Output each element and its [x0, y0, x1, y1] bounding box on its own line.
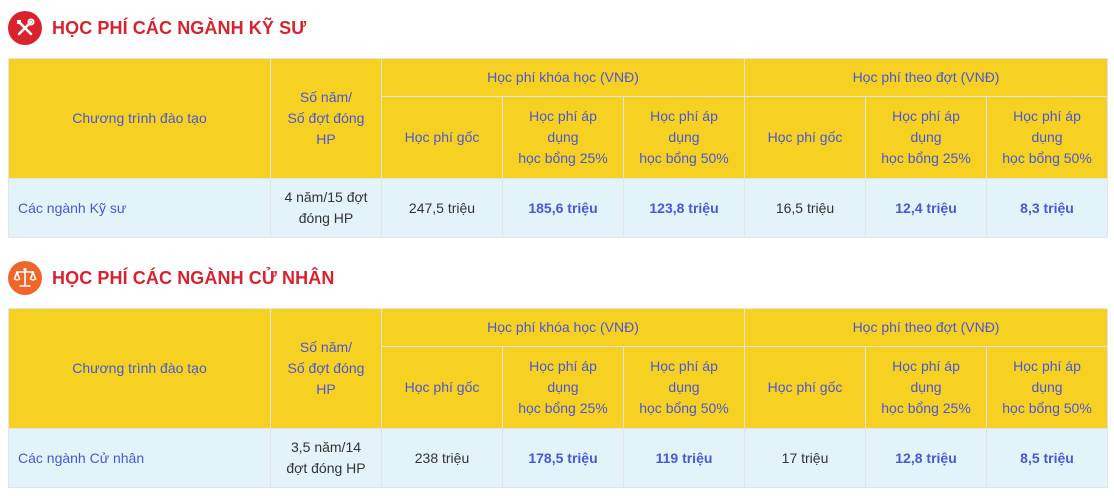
header-course-50: Học phí áp dụng học bổng 50%: [622, 96, 746, 179]
course-50-cell: 123,8 triệu: [622, 178, 746, 238]
tools-icon: [8, 11, 42, 45]
course-25-cell: 178,5 triệu: [502, 428, 624, 488]
header-course-50: Học phí áp dụng học bổng 50%: [622, 346, 746, 429]
term-25-cell: 12,8 triệu: [865, 428, 988, 488]
header-course-base: Học phí gốc: [381, 96, 503, 179]
table-row: Các ngành Kỹ sư 4 năm/15 đợt đóng HP 247…: [8, 178, 1109, 238]
term-50-cell: 8,5 triệu: [986, 428, 1109, 488]
header-years: Số năm/ Số đợt đóng HP: [270, 58, 382, 179]
header-program: Chương trình đào tạo: [8, 308, 271, 429]
program-name-link[interactable]: Các ngành Kỹ sư: [8, 178, 271, 238]
header-term-50: Học phí áp dụng học bổng 50%: [986, 96, 1109, 179]
header-term-25: Học phí áp dụng học bổng 25%: [865, 346, 988, 429]
header-course-fees: Học phí khóa học (VNĐ): [380, 308, 746, 347]
course-50-cell: 119 triệu: [622, 428, 746, 488]
years-cell: 3,5 năm/14 đợt đóng HP: [270, 428, 382, 488]
section-title: HỌC PHÍ CÁC NGÀNH KỸ SƯ: [52, 17, 307, 38]
course-25-cell: 185,6 triệu: [502, 178, 624, 238]
header-term-fees: Học phí theo đợt (VNĐ): [744, 58, 1109, 97]
header-term-fees: Học phí theo đợt (VNĐ): [744, 308, 1109, 347]
header-term-base: Học phí gốc: [744, 346, 867, 429]
table-row: Các ngành Cử nhân 3,5 năm/14 đợt đóng HP…: [8, 428, 1109, 488]
bachelor-fees-section: HỌC PHÍ CÁC NGÀNH CỬ NHÂN Chương trình đ…: [0, 258, 1114, 488]
engineering-fees-section: HỌC PHÍ CÁC NGÀNH KỸ SƯ Chương trình đào…: [0, 8, 1114, 238]
header-term-base: Học phí gốc: [744, 96, 867, 179]
course-base-cell: 247,5 triệu: [381, 178, 503, 238]
term-50-cell: 8,3 triệu: [986, 178, 1109, 238]
section-heading: HỌC PHÍ CÁC NGÀNH KỸ SƯ: [0, 8, 1114, 48]
term-base-cell: 16,5 triệu: [744, 178, 867, 238]
scales-icon: [8, 261, 42, 295]
header-course-25: Học phí áp dụng học bổng 25%: [502, 96, 624, 179]
section-heading: HỌC PHÍ CÁC NGÀNH CỬ NHÂN: [0, 258, 1114, 298]
header-term-50: Học phí áp dụng học bổng 50%: [986, 346, 1109, 429]
term-25-cell: 12,4 triệu: [865, 178, 988, 238]
section-title: HỌC PHÍ CÁC NGÀNH CỬ NHÂN: [52, 267, 335, 288]
header-course-fees: Học phí khóa học (VNĐ): [380, 58, 746, 97]
course-base-cell: 238 triệu: [381, 428, 503, 488]
header-course-base: Học phí gốc: [381, 346, 503, 429]
engineering-fees-table: Chương trình đào tạo Số năm/ Số đợt đóng…: [8, 58, 1109, 238]
header-course-25: Học phí áp dụng học bổng 25%: [502, 346, 624, 429]
program-name-link[interactable]: Các ngành Cử nhân: [8, 428, 271, 488]
header-years: Số năm/ Số đợt đóng HP: [270, 308, 382, 429]
header-program: Chương trình đào tạo: [8, 58, 271, 179]
header-term-25: Học phí áp dụng học bổng 25%: [865, 96, 988, 179]
years-cell: 4 năm/15 đợt đóng HP: [270, 178, 382, 238]
term-base-cell: 17 triệu: [744, 428, 867, 488]
bachelor-fees-table: Chương trình đào tạo Số năm/ Số đợt đóng…: [8, 308, 1109, 488]
